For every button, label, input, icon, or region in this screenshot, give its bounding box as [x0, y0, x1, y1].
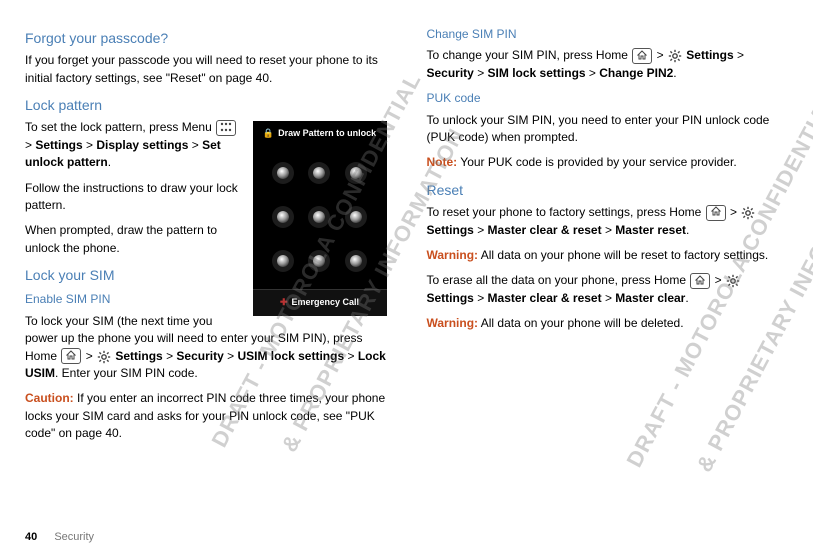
path-change-pin2: Change PIN2: [599, 66, 673, 80]
home-icon: [706, 205, 726, 221]
heading-forgot-passcode: Forgot your passcode?: [25, 28, 387, 48]
warning-label: Warning:: [427, 248, 479, 262]
text: >: [86, 349, 96, 363]
puk-code-body: To unlock your SIM PIN, you need to ente…: [427, 112, 789, 147]
text: >: [477, 223, 487, 237]
warning-text: All data on your phone will be deleted.: [478, 316, 683, 330]
path-security: Security: [427, 66, 474, 80]
pattern-dot: [350, 255, 362, 267]
pattern-dot: [313, 211, 325, 223]
puk-code-note: Note: Your PUK code is provided by your …: [427, 154, 789, 171]
text: To change your SIM PIN, press Home: [427, 48, 632, 62]
pattern-dot-grid: [253, 144, 387, 289]
caution-text: If you enter an incorrect PIN code three…: [25, 391, 385, 440]
path-display-settings: Display settings: [96, 138, 188, 152]
path-settings: Settings: [686, 48, 733, 62]
path-master-clear-reset: Master clear & reset: [488, 223, 602, 237]
page-footer: 40 Security: [25, 530, 94, 546]
emergency-icon: ✚: [280, 297, 288, 307]
home-icon: [61, 348, 81, 364]
caution-label: Caution:: [25, 391, 74, 405]
forgot-passcode-body: If you forget your passcode you will nee…: [25, 52, 387, 87]
text: >: [605, 291, 615, 305]
enable-sim-pin-caution: Caution: If you enter an incorrect PIN c…: [25, 390, 387, 442]
text: >: [605, 223, 615, 237]
pattern-dot: [350, 167, 362, 179]
text: .: [673, 66, 676, 80]
reset-path-master-clear: To erase all the data on your phone, pre…: [427, 272, 789, 307]
path-settings: Settings: [115, 349, 162, 363]
heading-lock-pattern: Lock pattern: [25, 95, 387, 115]
right-column: Change SIM PIN To change your SIM PIN, p…: [427, 20, 789, 451]
text: .: [685, 291, 688, 305]
home-icon: [690, 273, 710, 289]
warning-text: All data on your phone will be reset to …: [478, 248, 768, 262]
text: >: [477, 66, 487, 80]
reset-warning-2: Warning: All data on your phone will be …: [427, 315, 789, 332]
text: .: [686, 223, 689, 237]
footer-section-title: Security: [54, 531, 94, 543]
path-master-clear-reset: Master clear & reset: [488, 291, 602, 305]
reset-warning-1: Warning: All data on your phone will be …: [427, 247, 789, 264]
text: >: [227, 349, 237, 363]
path-master-reset: Master reset: [615, 223, 686, 237]
left-column: Forgot your passcode? If you forget your…: [25, 20, 387, 451]
pattern-dot: [277, 167, 289, 179]
text: >: [86, 138, 96, 152]
pattern-lock-preview: 🔒 Draw Pattern to unlock ✚ Emergency Call: [253, 121, 387, 316]
text: >: [166, 349, 176, 363]
warning-label: Warning:: [427, 316, 479, 330]
path-settings: Settings: [35, 138, 82, 152]
path-master-clear: Master clear: [615, 291, 685, 305]
text: >: [737, 48, 744, 62]
lock-preview-title: 🔒 Draw Pattern to unlock: [253, 121, 387, 144]
menu-icon: [216, 120, 236, 136]
text: >: [715, 273, 725, 287]
note-label: Note:: [427, 155, 458, 169]
gear-icon: [741, 204, 755, 221]
gear-icon: [726, 273, 740, 290]
page-number: 40: [25, 531, 37, 543]
pattern-dot: [277, 255, 289, 267]
text: To reset your phone to factory settings,…: [427, 205, 705, 219]
lock-preview-title-text: Draw Pattern to unlock: [278, 128, 376, 138]
note-text: Your PUK code is provided by your servic…: [457, 155, 736, 169]
path-sim-lock-settings: SIM lock settings: [488, 66, 586, 80]
text: . Enter your SIM PIN code.: [55, 366, 198, 380]
heading-reset: Reset: [427, 180, 789, 200]
gear-icon: [97, 348, 111, 365]
path-settings: Settings: [427, 223, 474, 237]
pattern-dot: [313, 167, 325, 179]
reset-path-master-reset: To reset your phone to factory settings,…: [427, 204, 789, 239]
pattern-dot: [277, 211, 289, 223]
path-usim-lock-settings: USIM lock settings: [237, 349, 344, 363]
text: To set the lock pattern, press Menu: [25, 120, 215, 134]
change-sim-pin-path: To change your SIM PIN, press Home > Set…: [427, 47, 789, 82]
text: >: [25, 138, 35, 152]
text: >: [192, 138, 202, 152]
heading-change-sim-pin: Change SIM PIN: [427, 26, 789, 43]
pattern-dot: [313, 255, 325, 267]
text: >: [347, 349, 357, 363]
pattern-dot: [350, 211, 362, 223]
text: .: [108, 155, 111, 169]
home-icon: [632, 48, 652, 64]
text: >: [657, 48, 667, 62]
heading-puk-code: PUK code: [427, 90, 789, 107]
text: >: [589, 66, 599, 80]
text: To erase all the data on your phone, pre…: [427, 273, 690, 287]
emergency-call-label: Emergency Call: [292, 297, 360, 307]
path-security: Security: [176, 349, 223, 363]
text: >: [477, 291, 487, 305]
lock-icon: 🔒: [263, 128, 274, 138]
gear-icon: [668, 48, 682, 65]
emergency-call-bar: ✚ Emergency Call: [253, 289, 387, 316]
path-settings: Settings: [427, 291, 474, 305]
text: >: [730, 205, 740, 219]
enable-sim-pin-path: To lock your SIM (the next time you powe…: [25, 313, 387, 383]
